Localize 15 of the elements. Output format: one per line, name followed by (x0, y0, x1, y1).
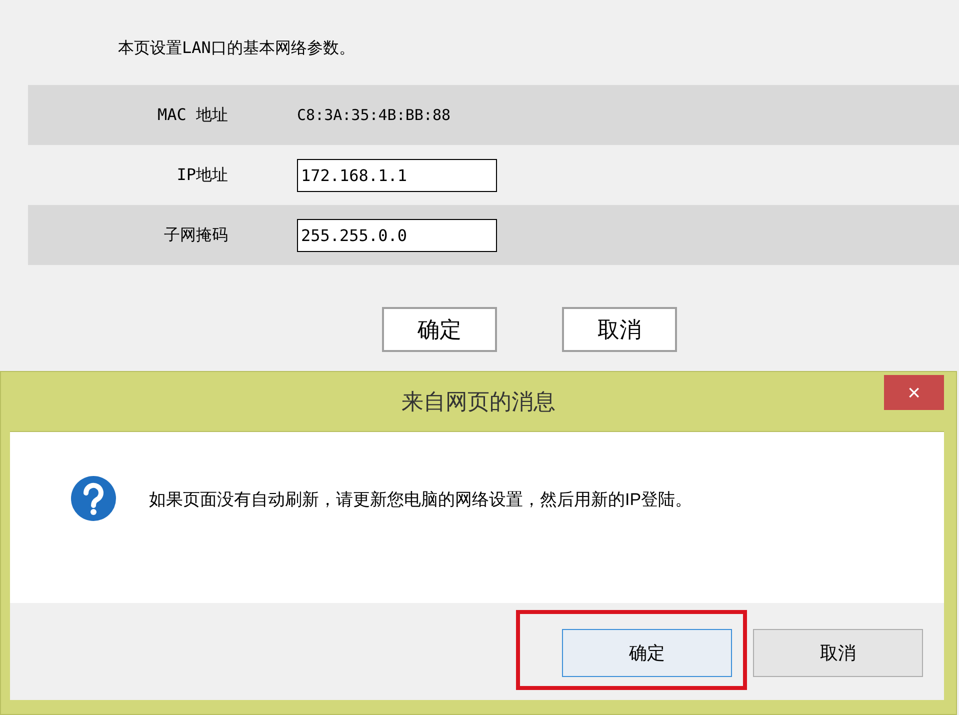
intro-text: 本页设置LAN口的基本网络参数。 (118, 37, 356, 59)
form-button[interactable]: 取消 (562, 307, 677, 352)
input-field[interactable]: 255.255.0.0 (297, 218, 497, 252)
field-label: MAC 地址 (156, 104, 228, 126)
dialog-message: 如果页面没有自动刷新，请更新您电脑的网络设置，然后用新的IP登陆。 (149, 489, 694, 511)
field-label: IP地址 (176, 164, 228, 186)
field-value: C8:3A:35:4B:BB:88 (297, 104, 451, 126)
form-button[interactable]: 确定 (382, 307, 497, 352)
close-button[interactable]: × (884, 375, 944, 410)
dialog-button[interactable]: 确定 (562, 629, 732, 677)
field-label: 子网掩码 (163, 224, 228, 246)
dialog-title: 来自网页的消息 (402, 388, 556, 416)
question-icon (71, 476, 116, 521)
dialog-button[interactable]: 取消 (753, 629, 923, 677)
input-field[interactable]: 172.168.1.1 (297, 158, 497, 192)
